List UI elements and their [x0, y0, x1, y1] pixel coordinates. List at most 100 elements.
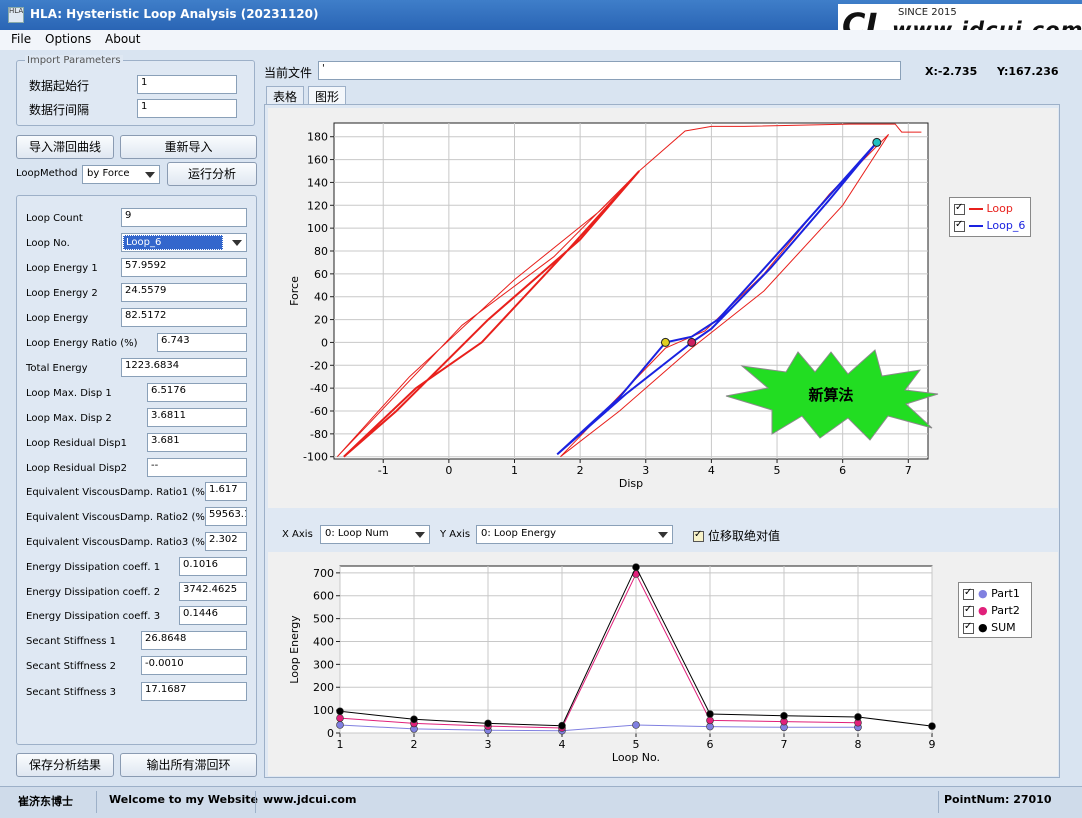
cursor-x-readout: X:-2.735	[925, 65, 978, 78]
result-label: Energy Dissipation coeff. 3	[26, 611, 161, 622]
menu-options[interactable]: Options	[45, 32, 91, 46]
y-axis-value: 0: Loop Energy	[481, 528, 557, 539]
data-point-part2	[336, 714, 344, 722]
result-label: Loop Energy 1	[26, 263, 98, 274]
x-tick-label: 3	[485, 738, 492, 751]
checkbox-icon[interactable]	[954, 202, 965, 215]
x-tick-label: 5	[774, 464, 781, 477]
hysteresis-chart[interactable]: -1 0 1 2 3 4 5 6 7 -100 -80 -60 -40 -20 0 20 40 60 80 100 12…	[268, 108, 1058, 508]
result-label: Equivalent ViscousDamp. Ratio1 (%)	[26, 487, 209, 498]
data-point-sum	[484, 719, 492, 728]
brand-since: SINCE 2015	[898, 7, 957, 18]
x-tick-label: 0	[445, 464, 452, 477]
current-file-input[interactable]: '	[318, 61, 901, 80]
result-value[interactable]: 17.1687	[141, 682, 247, 701]
result-value[interactable]: 1.617	[205, 482, 247, 501]
loop-method-select[interactable]: by Force	[82, 165, 160, 184]
checkbox-icon[interactable]	[954, 219, 965, 232]
export-loops-button[interactable]: 输出所有滞回环	[120, 753, 257, 777]
loop-marker	[872, 137, 882, 147]
loop-method-label: LoopMethod	[16, 168, 78, 179]
x-tick-label: 3	[642, 464, 649, 477]
result-value[interactable]: 3742.4625	[179, 582, 247, 601]
y-tick-label: 600	[313, 590, 334, 603]
save-results-button[interactable]: 保存分析结果	[16, 753, 114, 777]
run-analysis-button[interactable]: 运行分析	[167, 162, 257, 186]
cursor-y-readout: Y:167.236	[997, 65, 1059, 78]
tab-graph[interactable]: 图形	[308, 86, 347, 104]
legend-label-loop: Loop	[986, 202, 1013, 215]
marker-icon: ●	[978, 604, 988, 617]
data-point-sum	[780, 712, 788, 720]
app-icon: HLA	[8, 7, 24, 23]
result-value[interactable]: -0.0010	[141, 656, 247, 675]
result-label: Loop Residual Disp2	[26, 463, 127, 474]
import-curve-button[interactable]: 导入滞回曲线	[16, 135, 114, 159]
data-point-part1	[336, 721, 344, 729]
result-value[interactable]: 6.5176	[147, 383, 247, 402]
y-tick-label: -40	[310, 382, 328, 395]
menu-about[interactable]: About	[105, 32, 140, 46]
menu-file[interactable]: File	[11, 32, 31, 46]
data-point-sum	[336, 707, 344, 716]
import-parameters-legend: Import Parameters	[25, 55, 123, 66]
tab-table[interactable]: 表格	[266, 86, 305, 104]
result-label: Secant Stiffness 1	[26, 636, 116, 647]
data-point-sum	[410, 715, 418, 724]
annotation-text: 新算法	[808, 386, 853, 404]
y-axis-select[interactable]: 0: Loop Energy	[476, 525, 673, 544]
result-value[interactable]: 9	[121, 208, 247, 227]
legend-label-part1: Part1	[991, 587, 1020, 600]
x-axis-title: Disp	[619, 477, 643, 490]
loop-no-select[interactable]: Loop_6	[121, 233, 247, 252]
y-tick-label: 160	[307, 154, 328, 167]
checkbox-icon[interactable]	[963, 587, 974, 600]
result-value[interactable]: 1223.6834	[121, 358, 247, 377]
energy-chart[interactable]: 1 2 3 4 5 6 7 8 9 0 100 200 300 400 500 600 700 Loop No. L…	[268, 552, 1058, 776]
y-tick-label: -60	[310, 405, 328, 418]
y-tick-label: 60	[314, 268, 328, 281]
x-tick-label: 7	[905, 464, 912, 477]
reimport-button[interactable]: 重新导入	[120, 135, 257, 159]
result-value[interactable]: 59563.1	[205, 507, 247, 526]
x-tick-label: 5	[633, 738, 640, 751]
x-tick-label: -1	[378, 464, 389, 477]
result-value[interactable]: 26.8648	[141, 631, 247, 650]
result-label: Loop Count	[26, 213, 83, 224]
checkbox-icon[interactable]	[963, 621, 974, 634]
status-separator	[96, 791, 97, 813]
checkbox-icon[interactable]	[963, 604, 974, 617]
legend-item-loop6[interactable]: Loop_6	[954, 219, 1025, 233]
y-tick-label: 500	[313, 613, 334, 626]
loop-marker	[687, 337, 697, 347]
marker-icon: ●	[978, 621, 988, 634]
x-axis-select[interactable]: 0: Loop Num	[320, 525, 430, 544]
result-value[interactable]: 24.5579	[121, 283, 247, 302]
result-value[interactable]: 0.1446	[179, 606, 247, 625]
result-label: Energy Dissipation coeff. 2	[26, 587, 161, 598]
result-label: Loop Energy Ratio (%)	[26, 338, 138, 349]
legend-item-part2[interactable]: ● Part2	[963, 604, 1020, 618]
checkbox-icon[interactable]	[693, 529, 704, 542]
y-tick-label: 100	[307, 222, 328, 235]
result-value[interactable]: 3.681	[147, 433, 247, 452]
new-algorithm-starburst: 新算法	[725, 349, 939, 441]
row-interval-input[interactable]: 1	[137, 99, 237, 118]
result-value[interactable]: 0.1016	[179, 557, 247, 576]
status-site[interactable]: www.jdcui.com	[263, 793, 356, 806]
result-value[interactable]: 57.9592	[121, 258, 247, 277]
result-value[interactable]: --	[147, 458, 247, 477]
result-value[interactable]: 3.6811	[147, 408, 247, 427]
hysteresis-legend: Loop Loop_6	[949, 197, 1031, 237]
abs-disp-checkbox[interactable]: 位移取绝对值	[693, 527, 780, 544]
legend-item-part1[interactable]: ● Part1	[963, 587, 1020, 601]
legend-item-loop[interactable]: Loop	[954, 202, 1013, 216]
start-row-input[interactable]: 1	[137, 75, 237, 94]
legend-swatch	[969, 208, 983, 210]
result-value[interactable]: 82.5172	[121, 308, 247, 327]
legend-label-sum: SUM	[991, 621, 1016, 634]
result-value[interactable]: 6.743	[157, 333, 247, 352]
legend-item-sum[interactable]: ● SUM	[963, 621, 1016, 635]
result-value[interactable]: 2.302	[205, 532, 247, 551]
x-tick-label: 6	[707, 738, 714, 751]
